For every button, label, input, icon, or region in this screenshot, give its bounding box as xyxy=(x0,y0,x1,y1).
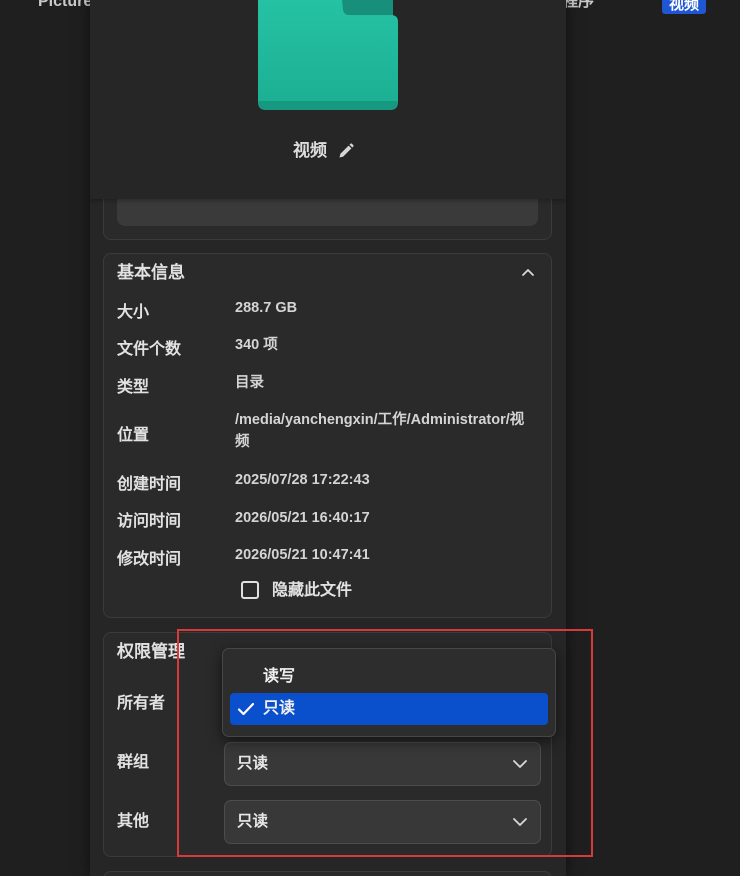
location-label: 位置 xyxy=(117,427,150,444)
dropdown-option-read-write[interactable]: 读写 xyxy=(230,661,548,693)
permissions-title: 权限管理 xyxy=(117,642,185,661)
hide-file-checkbox[interactable] xyxy=(241,581,259,599)
background-item-pictures[interactable]: Picture xyxy=(38,0,92,12)
owner-label: 所有者 xyxy=(117,695,166,712)
chevron-up-icon[interactable] xyxy=(520,264,536,280)
folder-name: 视频 xyxy=(293,141,327,160)
file-count-value: 340 项 xyxy=(235,337,278,353)
checkmark-icon xyxy=(237,702,255,716)
modified-time-value: 2026/05/21 10:47:41 xyxy=(235,547,370,563)
location-value: /media/yanchengxin/工作/Administrator/视频 xyxy=(235,412,525,450)
dropdown-option-label: 读写 xyxy=(263,668,296,685)
other-select[interactable]: 只读 xyxy=(224,800,541,844)
file-count-label: 文件个数 xyxy=(117,341,182,358)
basic-info-section: 基本信息 大小 288.7 GB 文件个数 340 项 类型 目录 位置 /me… xyxy=(103,253,552,618)
created-time-value: 2025/07/28 17:22:43 xyxy=(235,472,370,488)
owner-dropdown-menu: 读写 只读 xyxy=(222,648,556,737)
chevron-down-icon xyxy=(512,815,528,829)
folder-icon xyxy=(250,0,410,112)
other-select-value: 只读 xyxy=(237,813,269,830)
group-select-value: 只读 xyxy=(237,755,269,772)
group-label: 群组 xyxy=(117,754,150,771)
dropdown-option-label: 只读 xyxy=(263,700,296,717)
properties-header: 视频 xyxy=(90,0,566,199)
properties-panel: 视频 基本信息 大小 288.7 GB 文件个数 340 项 类型 目录 位置 … xyxy=(90,0,566,876)
accessed-time-value: 2026/05/21 16:40:17 xyxy=(235,510,370,526)
dropdown-option-read-only[interactable]: 只读 xyxy=(230,693,548,725)
size-label: 大小 xyxy=(117,304,150,321)
group-select[interactable]: 只读 xyxy=(224,742,541,786)
other-label: 其他 xyxy=(117,813,150,830)
hide-file-label[interactable]: 隐藏此文件 xyxy=(272,580,352,602)
modified-time-label: 修改时间 xyxy=(117,551,182,568)
size-value: 288.7 GB xyxy=(235,300,298,316)
pencil-icon[interactable] xyxy=(338,143,354,159)
background-item-programs[interactable]: 程序 xyxy=(562,0,594,12)
next-section xyxy=(103,871,552,876)
type-label: 类型 xyxy=(117,379,150,396)
basic-info-title: 基本信息 xyxy=(117,263,185,282)
accessed-time-label: 访问时间 xyxy=(117,513,182,530)
chevron-down-icon xyxy=(512,757,528,771)
active-folder-badge[interactable]: 视频 xyxy=(662,0,706,14)
type-value: 目录 xyxy=(235,375,264,391)
created-time-label: 创建时间 xyxy=(117,476,182,493)
